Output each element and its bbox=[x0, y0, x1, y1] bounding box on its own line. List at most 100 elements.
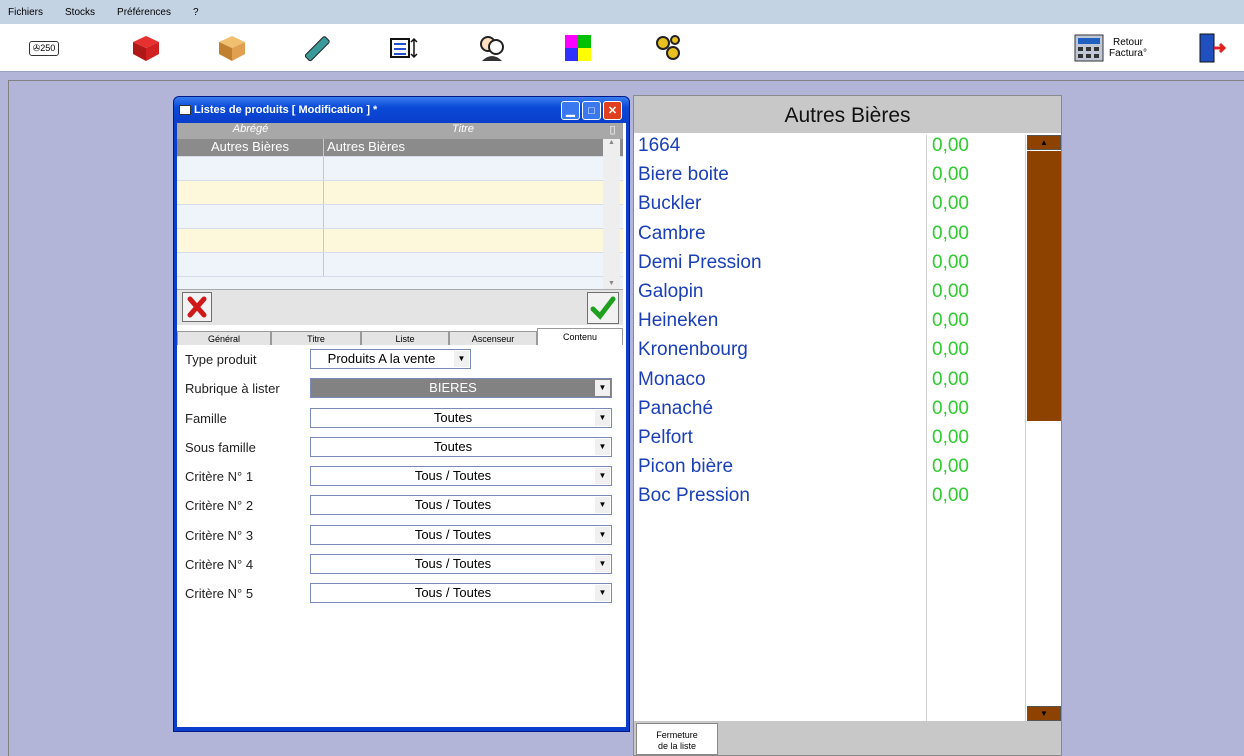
tab-general[interactable]: Général bbox=[177, 331, 271, 345]
table-cell bbox=[177, 229, 324, 252]
table-row[interactable] bbox=[177, 157, 623, 181]
select-value: BIERES bbox=[429, 380, 477, 396]
table-row[interactable] bbox=[177, 253, 623, 277]
tab-contenu[interactable]: Contenu bbox=[537, 328, 623, 345]
field-label: Famille bbox=[185, 410, 227, 426]
table-cell: Autres Bières bbox=[177, 139, 324, 156]
table-row[interactable]: Autres Bières Autres Bières bbox=[177, 139, 623, 157]
table-cell bbox=[324, 181, 602, 204]
table-row[interactable] bbox=[177, 205, 623, 229]
price-tag-button[interactable]: ✇ 250 bbox=[26, 30, 62, 66]
col-header-abrege[interactable]: Abrégé bbox=[177, 123, 324, 139]
chevron-down-icon[interactable]: ▼ bbox=[595, 380, 610, 397]
scroll-up-icon[interactable]: ▲ bbox=[1027, 135, 1061, 150]
settings-gears-button[interactable] bbox=[650, 30, 686, 66]
product-item[interactable]: Heineken 0,00 bbox=[638, 310, 1028, 339]
maximize-icon: □ bbox=[588, 104, 595, 117]
grid-scrollbar[interactable]: ▲ ▼ bbox=[603, 139, 620, 289]
red-box-button[interactable] bbox=[128, 30, 164, 66]
chevron-down-icon[interactable]: ▼ bbox=[595, 497, 610, 514]
critere-1-select[interactable]: Tous / Toutes ▼ bbox=[310, 466, 612, 487]
close-list-button[interactable]: Fermeture de la liste bbox=[636, 723, 718, 755]
tab-ascenseur[interactable]: Ascenseur bbox=[449, 331, 537, 345]
product-item[interactable]: Demi Pression 0,00 bbox=[638, 252, 1028, 281]
green-check-icon bbox=[590, 296, 616, 320]
col-header-titre[interactable]: Titre bbox=[324, 123, 602, 139]
menu-stocks[interactable]: Stocks bbox=[65, 7, 95, 18]
column-chooser-icon[interactable]: ▯ bbox=[602, 123, 623, 139]
critere-3-select[interactable]: Tous / Toutes ▼ bbox=[310, 524, 612, 545]
scroll-thumb[interactable] bbox=[1027, 151, 1061, 421]
cancel-button[interactable] bbox=[182, 292, 212, 322]
barcode-scanner-button[interactable] bbox=[300, 30, 336, 66]
product-name: Heineken bbox=[638, 310, 719, 332]
critere-5-select[interactable]: Tous / Toutes ▼ bbox=[310, 583, 612, 604]
field-sous-famille: Sous famille Toutes ▼ bbox=[177, 435, 623, 464]
list-sort-button[interactable] bbox=[386, 30, 422, 66]
product-item[interactable]: Boc Pression 0,00 bbox=[638, 485, 1028, 514]
product-price: 0,00 bbox=[932, 281, 969, 302]
scroll-down-icon[interactable]: ▼ bbox=[1027, 706, 1061, 721]
chevron-down-icon[interactable]: ▼ bbox=[595, 526, 610, 543]
users-button[interactable] bbox=[474, 30, 510, 66]
color-grid-button[interactable] bbox=[560, 30, 596, 66]
product-item[interactable]: Monaco 0,00 bbox=[638, 369, 1028, 398]
chevron-down-icon[interactable]: ▼ bbox=[595, 409, 610, 426]
scroll-down-icon[interactable]: ▼ bbox=[603, 280, 620, 287]
menu-help[interactable]: ? bbox=[193, 7, 199, 18]
table-cell bbox=[177, 205, 324, 228]
field-label: Sous famille bbox=[185, 439, 256, 455]
product-price: 0,00 bbox=[932, 310, 969, 332]
chevron-down-icon[interactable]: ▼ bbox=[595, 438, 610, 455]
product-name: Monaco bbox=[638, 368, 706, 390]
panel-scrollbar[interactable]: ▲ ▼ bbox=[1027, 135, 1061, 721]
product-item[interactable]: Galopin 0,00 bbox=[638, 281, 1028, 310]
product-name: Biere boite bbox=[638, 164, 729, 186]
retour-factura-button[interactable]: Retour Factura° bbox=[1074, 34, 1148, 62]
product-item[interactable]: Cambre 0,00 bbox=[638, 223, 1028, 252]
select-value: Tous / Toutes bbox=[414, 468, 492, 484]
critere-2-select[interactable]: Tous / Toutes ▼ bbox=[310, 495, 612, 516]
field-label: Critère N° 3 bbox=[185, 527, 254, 543]
product-item[interactable]: 1664 0,00 bbox=[638, 135, 1028, 164]
product-item[interactable]: Kronenbourg 0,00 bbox=[638, 339, 1028, 368]
sous-famille-select[interactable]: Toutes ▼ bbox=[310, 436, 612, 457]
scroll-up-icon[interactable]: ▲ bbox=[603, 139, 620, 146]
field-critere-4: Critère N° 4 Tous / Toutes ▼ bbox=[177, 552, 623, 581]
field-type-produit: Type produit Produits A la vente ▼ bbox=[177, 347, 623, 376]
product-item[interactable]: Biere boite 0,00 bbox=[638, 164, 1028, 193]
exit-door-icon bbox=[1199, 33, 1227, 63]
chevron-down-icon[interactable]: ▼ bbox=[595, 468, 610, 485]
field-label: Critère N° 1 bbox=[185, 469, 254, 485]
minimize-button[interactable]: ▁ bbox=[561, 101, 580, 120]
product-item[interactable]: Buckler 0,00 bbox=[638, 193, 1028, 222]
maximize-button[interactable]: □ bbox=[582, 101, 601, 120]
product-price: 0,00 bbox=[932, 485, 969, 507]
product-item[interactable]: Panaché 0,00 bbox=[638, 398, 1028, 427]
chevron-down-icon[interactable]: ▼ bbox=[595, 585, 610, 602]
product-price: 0,00 bbox=[932, 251, 969, 273]
table-cell bbox=[324, 205, 602, 228]
product-item[interactable]: Pelfort 0,00 bbox=[638, 427, 1028, 456]
famille-select[interactable]: Toutes ▼ bbox=[310, 407, 612, 428]
validate-button[interactable] bbox=[587, 292, 619, 324]
table-row[interactable] bbox=[177, 181, 623, 205]
product-item[interactable]: Picon bière 0,00 bbox=[638, 456, 1028, 485]
exit-button[interactable] bbox=[1196, 32, 1227, 64]
menu-preferences[interactable]: Préférences bbox=[117, 7, 171, 18]
table-cell bbox=[177, 181, 324, 204]
type-produit-select[interactable]: Produits A la vente ▼ bbox=[310, 349, 471, 369]
package-button[interactable] bbox=[214, 30, 250, 66]
critere-4-select[interactable]: Tous / Toutes ▼ bbox=[310, 554, 612, 575]
rubrique-select[interactable]: BIERES ▼ bbox=[310, 378, 612, 399]
product-name: Picon bière bbox=[638, 456, 734, 478]
chevron-down-icon[interactable]: ▼ bbox=[454, 351, 469, 367]
close-button[interactable]: ✕ bbox=[603, 101, 622, 120]
tab-titre[interactable]: Titre bbox=[271, 331, 361, 345]
table-cell bbox=[324, 229, 602, 252]
menu-bar: Fichiers Stocks Préférences ? bbox=[0, 0, 1244, 24]
tab-liste[interactable]: Liste bbox=[361, 331, 449, 345]
table-row[interactable] bbox=[177, 229, 623, 253]
chevron-down-icon[interactable]: ▼ bbox=[595, 556, 610, 573]
menu-fichiers[interactable]: Fichiers bbox=[8, 7, 43, 18]
